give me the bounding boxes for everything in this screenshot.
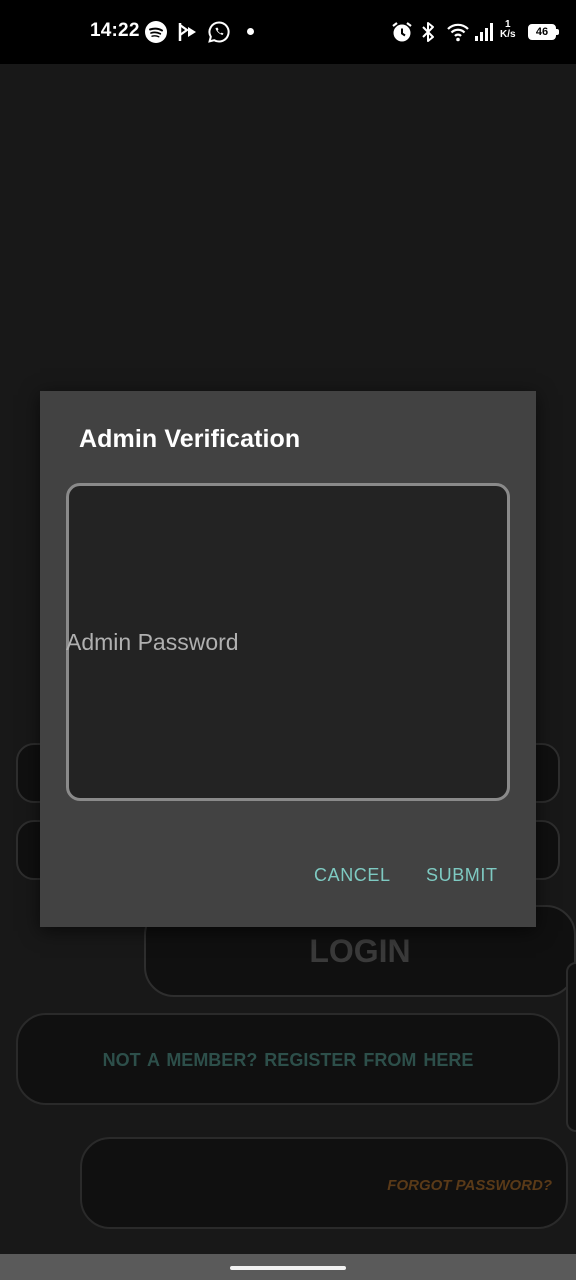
network-speed-unit: K/s xyxy=(500,29,516,40)
cancel-button[interactable]: CANCEL xyxy=(314,865,391,886)
register-button[interactable]: NOT A MEMBER? REGISTER FROM HERE xyxy=(16,1013,560,1105)
bixby-icon xyxy=(178,23,196,41)
admin-password-input[interactable] xyxy=(66,483,510,801)
signal-icon xyxy=(475,23,493,41)
dialog-title: Admin Verification xyxy=(79,425,301,453)
screen: 14:22 1 K/s 46 LOGIN NOT A MEMBER? REGIS… xyxy=(0,0,576,1280)
network-speed: 1 K/s xyxy=(500,20,516,40)
admin-verification-dialog: Admin Verification CANCEL SUBMIT xyxy=(40,391,536,927)
wifi-icon xyxy=(447,23,469,42)
whatsapp-icon xyxy=(208,21,230,43)
edge-panel-handle[interactable] xyxy=(566,962,576,1132)
bluetooth-icon xyxy=(422,22,434,42)
notification-dot xyxy=(247,28,254,35)
battery-icon: 46 xyxy=(528,24,559,40)
status-time: 14:22 xyxy=(90,20,140,41)
status-bar: 14:22 1 K/s 46 xyxy=(0,0,576,64)
home-gesture-handle[interactable] xyxy=(230,1266,346,1270)
forgot-password-button[interactable]: FORGOT PASSWORD? xyxy=(80,1137,568,1229)
battery-level: 46 xyxy=(535,26,549,38)
submit-button[interactable]: SUBMIT xyxy=(426,865,498,886)
spotify-icon xyxy=(145,21,167,43)
alarm-icon xyxy=(392,22,412,42)
navigation-bar xyxy=(0,1254,576,1280)
